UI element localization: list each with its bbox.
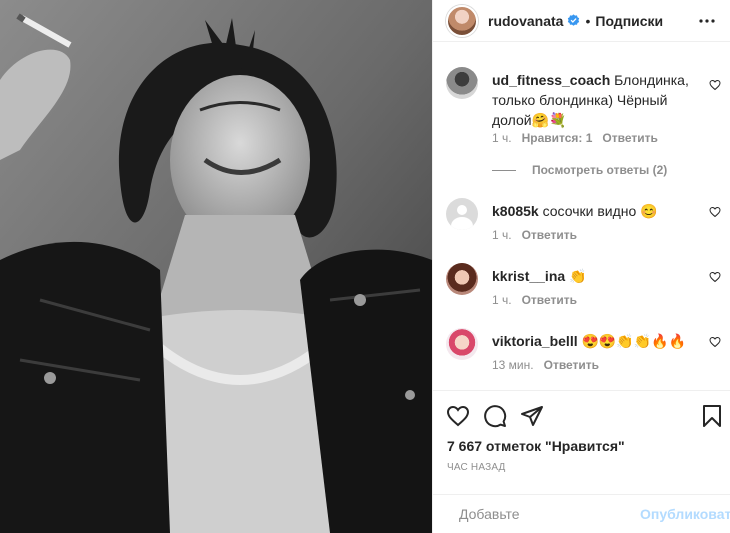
comment-time: 13 мин. [492,358,534,372]
commenter-username[interactable]: kkrist__ina [492,268,565,284]
post-actions [433,390,730,438]
reply-button[interactable]: Ответить [522,293,577,307]
post-photo[interactable] [0,0,432,533]
reply-button[interactable]: Ответить [544,358,599,372]
verified-badge-icon [568,14,580,26]
comment-body: viktoria_belll 😍😍👏👏🔥🔥 [492,331,694,351]
comment-likes[interactable]: Нравится: 1 [522,131,593,145]
comment-text: 👏 [569,268,587,284]
comment-text: 😍😍👏👏🔥🔥 [581,333,687,349]
comment-meta: 1 ч. Нравится: 1 Ответить [492,131,658,145]
share-icon[interactable] [520,404,544,428]
commenter-username[interactable]: ud_fitness_coach [492,72,610,88]
like-comment-icon[interactable] [709,336,721,348]
comment-icon[interactable] [483,404,507,428]
more-options-button[interactable] [696,10,718,32]
comment-body: kkrist__ina 👏 [492,266,694,286]
commenter-avatar[interactable] [446,198,478,230]
commenter-avatar[interactable] [446,263,478,295]
add-comment-bar: Опубликовать [433,494,730,533]
commenter-avatar[interactable] [446,328,478,360]
comment-time: 1 ч. [492,131,512,145]
comment-time: 1 ч. [492,293,512,307]
post-timestamp[interactable]: ЧАС НАЗАД [447,462,506,473]
commenter-username[interactable]: viktoria_belll [492,333,578,349]
following-button[interactable]: Подписки [595,13,663,29]
post-header: rudovanata • Подписки [433,0,730,42]
comment-meta: 1 ч. Ответить [492,228,577,242]
view-replies-label: Посмотреть ответы (2) [532,163,668,177]
reply-button[interactable]: Ответить [522,228,577,242]
commenter-avatar[interactable] [446,67,478,99]
like-comment-icon[interactable] [709,79,721,91]
author-avatar[interactable] [446,4,478,37]
comment-meta: 1 ч. Ответить [492,293,577,307]
view-replies-line [492,169,516,171]
publish-button[interactable]: Опубликовать [640,506,730,522]
comment-time: 1 ч. [492,228,512,242]
likes-count[interactable]: 7 667 отметок "Нравится" [447,438,625,454]
more-options-icon [699,18,715,23]
post-photo-illustration [0,0,432,533]
add-comment-input[interactable] [459,506,640,522]
like-icon[interactable] [446,404,470,428]
separator-dot: • [585,12,591,29]
reply-button[interactable]: Ответить [602,131,657,145]
like-comment-icon[interactable] [709,206,721,218]
comment-body: k8085k сосочки видно 😊 [492,201,694,221]
comments-list: ud_fitness_coach Блондинка, только блонд… [433,43,730,390]
comment-meta: 13 мин. Ответить [492,358,599,372]
view-replies-button[interactable]: Посмотреть ответы (2) [492,163,667,177]
like-comment-icon[interactable] [709,271,721,283]
author-username[interactable]: rudovanata [488,13,563,29]
post-sidebar: rudovanata • Подписки ud_fitness_coach Б… [432,0,730,533]
save-icon[interactable] [700,404,724,428]
comment-text: сосочки видно 😊 [542,203,658,219]
commenter-username[interactable]: k8085k [492,203,539,219]
comment-body: ud_fitness_coach Блондинка, только блонд… [492,70,694,130]
